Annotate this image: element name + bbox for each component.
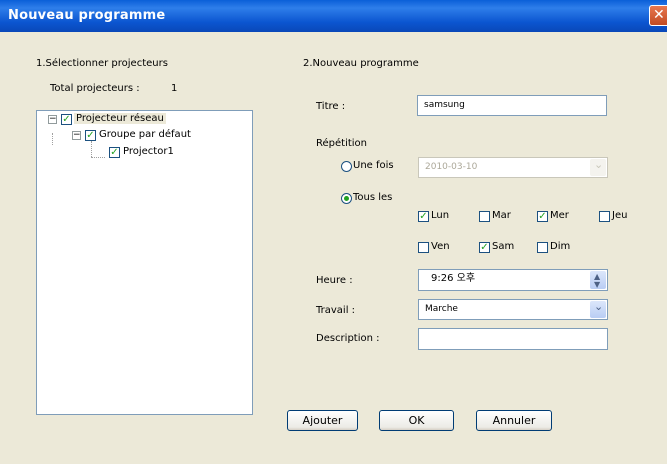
titre-label: Titre :	[316, 101, 346, 112]
tree-leaf-label[interactable]: Projector1	[123, 146, 174, 157]
tree-group-label[interactable]: Groupe par défaut	[99, 129, 191, 140]
heure-label: Heure :	[316, 275, 353, 286]
heure-spinner[interactable]: 9:26 오후 ▲ ▼	[418, 269, 608, 291]
tree-root-label[interactable]: Projecteur réseau	[74, 113, 166, 124]
description-input[interactable]	[418, 328, 608, 350]
ok-button[interactable]: OK	[379, 410, 454, 431]
close-button[interactable]: ✕	[649, 5, 667, 26]
day-label-ven[interactable]: Ven	[431, 241, 450, 252]
day-label-mar[interactable]: Mar	[492, 210, 511, 221]
tree-root-checkbox[interactable]: ✓	[61, 114, 72, 125]
tree-connector	[91, 141, 92, 157]
repetition-label: Répétition	[316, 138, 368, 149]
day-label-sam[interactable]: Sam	[492, 241, 514, 252]
day-checkbox-mar[interactable]	[479, 211, 490, 222]
day-label-jeu[interactable]: Jeu	[612, 210, 627, 221]
collapse-icon[interactable]: −	[48, 115, 57, 124]
title-bar[interactable]: Nouveau programme ✕	[0, 0, 667, 32]
tree-group-checkbox[interactable]: ✓	[85, 130, 96, 141]
day-checkbox-dim[interactable]	[537, 242, 548, 253]
close-icon: ✕	[653, 7, 665, 23]
tous-les-radio[interactable]	[341, 193, 352, 204]
tree-connector	[91, 157, 105, 158]
day-checkbox-ven[interactable]	[418, 242, 429, 253]
tree-leaf-checkbox[interactable]: ✓	[109, 147, 120, 158]
section-title-new-schedule: 2.Nouveau programme	[303, 58, 419, 69]
dropdown-arrow-icon[interactable]	[590, 156, 606, 176]
date-select[interactable]: 2010-03-10	[418, 156, 608, 178]
total-projectors-value: 1	[171, 83, 178, 94]
total-projectors-label: Total projecteurs :	[50, 83, 140, 94]
date-value: 2010-03-10	[425, 162, 478, 172]
day-checkbox-jeu[interactable]	[599, 211, 610, 222]
spin-down-icon[interactable]: ▼	[594, 276, 600, 294]
dialog-window: Nouveau programme ✕ 1.Sélectionner proje…	[0, 0, 667, 464]
travail-value: Marche	[425, 304, 458, 314]
projector-tree[interactable]: − ✓ Projecteur réseau − ✓ Groupe par déf…	[36, 110, 253, 415]
day-checkbox-mer[interactable]: ✓	[537, 211, 548, 222]
annuler-button[interactable]: Annuler	[476, 410, 552, 431]
day-checkbox-lun[interactable]: ✓	[418, 211, 429, 222]
ajouter-button[interactable]: Ajouter	[287, 410, 358, 431]
day-label-lun[interactable]: Lun	[431, 210, 449, 221]
une-fois-radio[interactable]	[341, 161, 352, 172]
description-label: Description :	[316, 333, 380, 344]
time-spin-button[interactable]: ▲ ▼	[590, 271, 606, 289]
heure-value: 9:26 오후	[431, 273, 476, 284]
day-label-mer[interactable]: Mer	[550, 210, 569, 221]
day-checkbox-sam[interactable]: ✓	[479, 242, 490, 253]
travail-label: Travail :	[316, 305, 356, 316]
collapse-icon[interactable]: −	[72, 131, 81, 140]
section-title-select-projectors: 1.Sélectionner projecteurs	[36, 58, 168, 69]
dropdown-arrow-icon[interactable]	[590, 298, 606, 318]
window-title: Nouveau programme	[8, 8, 166, 23]
tree-connector	[52, 133, 53, 145]
titre-input[interactable]: samsung	[417, 95, 607, 116]
day-label-dim[interactable]: Dim	[550, 241, 570, 252]
travail-select[interactable]: Marche	[418, 298, 608, 320]
tous-les-label[interactable]: Tous les	[353, 192, 392, 203]
une-fois-label[interactable]: Une fois	[353, 160, 394, 171]
